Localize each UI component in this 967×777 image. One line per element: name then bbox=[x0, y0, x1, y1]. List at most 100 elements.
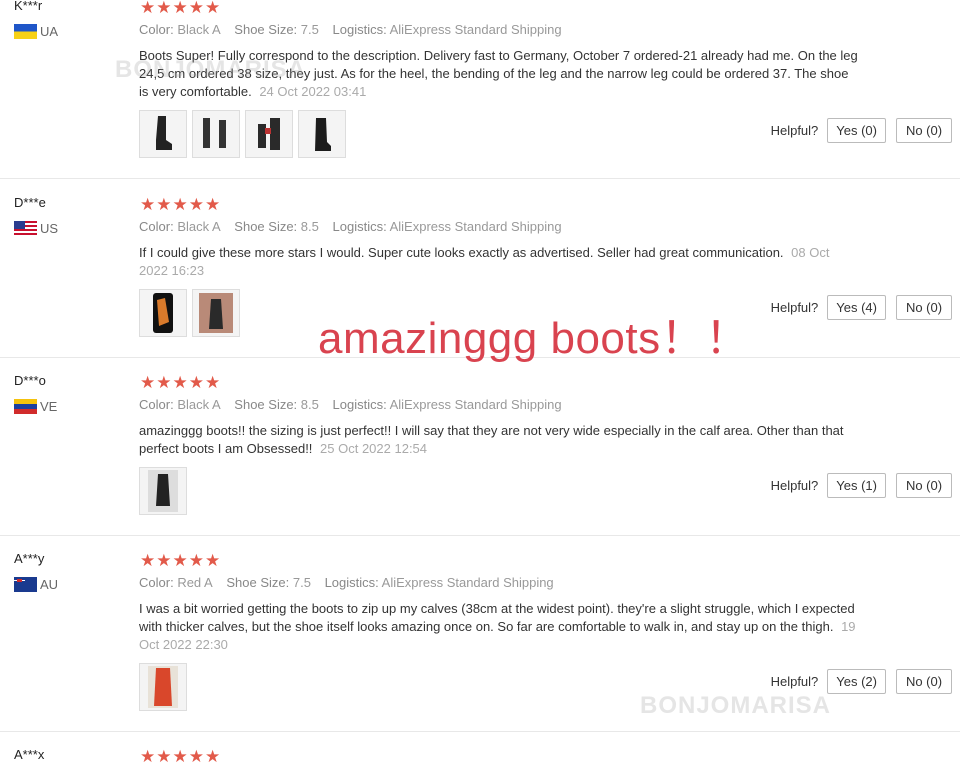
reviewer-name: D***e bbox=[14, 195, 46, 210]
shoe-size-label: Shoe Size: bbox=[234, 397, 298, 412]
color-label: Color: bbox=[139, 22, 174, 37]
usa-flag-icon bbox=[14, 221, 37, 236]
boot-photo-icon bbox=[148, 470, 178, 512]
ukraine-flag-icon bbox=[14, 24, 37, 39]
logistics-label: Logistics: bbox=[332, 22, 387, 37]
helpful-no-button[interactable]: No (0) bbox=[896, 118, 952, 143]
watermark: BONJOMARISA bbox=[640, 692, 832, 719]
purchase-details: Color: Red A Shoe Size: 7.5 Logistics: A… bbox=[139, 575, 554, 590]
boot-photo-icon bbox=[315, 118, 331, 151]
color-label: Color: bbox=[139, 575, 174, 590]
shoe-size-value: 7.5 bbox=[300, 22, 319, 37]
watermark: BONJOMARISA bbox=[115, 56, 307, 83]
review-photos bbox=[139, 110, 346, 158]
phone-photo-icon bbox=[153, 293, 173, 333]
overlay-caption: amazinggg boots！！ bbox=[318, 314, 750, 363]
logistics-label: Logistics: bbox=[332, 397, 387, 412]
review-photo-thumbnail[interactable] bbox=[245, 110, 293, 158]
star-rating: ★★★★★ bbox=[140, 747, 222, 766]
australia-flag-icon bbox=[14, 577, 37, 592]
logistics-label: Logistics: bbox=[332, 219, 387, 234]
review-photo-thumbnail[interactable] bbox=[192, 289, 240, 337]
red-boot-photo-icon bbox=[148, 666, 178, 708]
helpful-no-button[interactable]: No (0) bbox=[896, 473, 952, 498]
shoe-size-value: 8.5 bbox=[300, 397, 319, 412]
review-photos bbox=[139, 663, 187, 711]
color-value: Black A bbox=[177, 397, 221, 412]
logistics-value: AliExpress Standard Shipping bbox=[389, 219, 562, 234]
reviewer-country: UA bbox=[14, 24, 58, 39]
helpful-label: Helpful? bbox=[770, 123, 819, 138]
review-text-block: amazinggg boots!! the sizing is just per… bbox=[139, 422, 859, 458]
review-item: D***o VE ★★★★★ Color: Black A Shoe Size:… bbox=[0, 373, 960, 536]
color-value: Black A bbox=[177, 219, 221, 234]
review-date: 25 Oct 2022 12:54 bbox=[320, 441, 428, 456]
shoe-size-label: Shoe Size: bbox=[226, 575, 290, 590]
helpful-yes-button[interactable]: Yes (2) bbox=[827, 669, 886, 694]
review-text: amazinggg boots!! the sizing is just per… bbox=[139, 423, 844, 456]
helpful-yes-button[interactable]: Yes (0) bbox=[827, 118, 886, 143]
reviewer-info: A***y AU bbox=[14, 551, 58, 592]
boot-photo-icon bbox=[199, 293, 233, 333]
reviewer-country: AU bbox=[14, 577, 58, 592]
reviewer-country: US bbox=[14, 221, 58, 236]
helpful-no-button[interactable]: No (0) bbox=[896, 669, 952, 694]
helpful-votes: Helpful? Yes (4) No (0) bbox=[771, 295, 952, 320]
shoe-size-value: 8.5 bbox=[300, 219, 319, 234]
helpful-votes: Helpful? Yes (1) No (0) bbox=[771, 473, 952, 498]
helpful-yes-button[interactable]: Yes (1) bbox=[827, 473, 886, 498]
venezuela-flag-icon bbox=[14, 399, 37, 414]
helpful-label: Helpful? bbox=[770, 674, 819, 689]
review-photo-thumbnail[interactable] bbox=[139, 663, 187, 711]
country-code: AU bbox=[40, 577, 59, 592]
star-rating: ★★★★★ bbox=[140, 551, 222, 570]
color-value: Red A bbox=[177, 575, 213, 590]
review-text-block: If I could give these more stars I would… bbox=[139, 244, 859, 280]
review-item: K***r UA ★★★★★ Color: Black A Shoe Size:… bbox=[0, 0, 960, 179]
helpful-label: Helpful? bbox=[770, 300, 819, 315]
review-photo-thumbnail[interactable] bbox=[192, 110, 240, 158]
reviewer-info: D***o VE bbox=[14, 373, 57, 414]
color-label: Color: bbox=[139, 397, 174, 412]
reviewer-country: VE bbox=[14, 399, 57, 414]
shoe-size-label: Shoe Size: bbox=[234, 22, 298, 37]
logistics-value: AliExpress Standard Shipping bbox=[381, 575, 554, 590]
review-photo-thumbnail[interactable] bbox=[298, 110, 346, 158]
review-photos bbox=[139, 467, 187, 515]
purchase-details: Color: Black A Shoe Size: 7.5 Logistics:… bbox=[139, 22, 562, 37]
review-date: 24 Oct 2022 03:41 bbox=[259, 84, 367, 99]
boot-photo-icon bbox=[156, 116, 172, 150]
helpful-label: Helpful? bbox=[770, 478, 819, 493]
review-photos bbox=[139, 289, 240, 337]
star-rating: ★★★★★ bbox=[140, 373, 222, 392]
color-value: Black A bbox=[177, 22, 221, 37]
logistics-value: AliExpress Standard Shipping bbox=[389, 22, 562, 37]
reviewer-info: D***e US bbox=[14, 195, 58, 236]
country-code: US bbox=[40, 221, 59, 236]
reviewer-info: K***r UA bbox=[14, 0, 58, 39]
color-label: Color: bbox=[139, 219, 174, 234]
shoe-size-label: Shoe Size: bbox=[234, 219, 298, 234]
reviewer-name: K***r bbox=[14, 0, 43, 13]
helpful-votes: Helpful? Yes (0) No (0) bbox=[771, 118, 952, 143]
reviewer-info: A***x bbox=[14, 747, 44, 763]
reviewer-name: A***x bbox=[14, 747, 45, 762]
star-rating: ★★★★★ bbox=[140, 0, 222, 17]
purchase-details: Color: Black A Shoe Size: 8.5 Logistics:… bbox=[139, 397, 562, 412]
helpful-yes-button[interactable]: Yes (4) bbox=[827, 295, 886, 320]
review-text-block: I was a bit worried getting the boots to… bbox=[139, 600, 859, 654]
review-text: If I could give these more stars I would… bbox=[139, 245, 784, 260]
reviewer-name: A***y bbox=[14, 551, 45, 566]
boot-photo-icon bbox=[203, 118, 226, 148]
star-rating: ★★★★★ bbox=[140, 195, 222, 214]
shoe-size-value: 7.5 bbox=[292, 575, 311, 590]
helpful-votes: Helpful? Yes (2) No (0) bbox=[771, 669, 952, 694]
boot-photo-icon bbox=[258, 118, 280, 150]
logistics-label: Logistics: bbox=[324, 575, 379, 590]
review-photo-thumbnail[interactable] bbox=[139, 110, 187, 158]
review-photo-thumbnail[interactable] bbox=[139, 289, 187, 337]
helpful-no-button[interactable]: No (0) bbox=[896, 295, 952, 320]
review-item: A***x ★★★★★ bbox=[0, 747, 960, 777]
review-text: I was a bit worried getting the boots to… bbox=[139, 601, 855, 634]
review-photo-thumbnail[interactable] bbox=[139, 467, 187, 515]
